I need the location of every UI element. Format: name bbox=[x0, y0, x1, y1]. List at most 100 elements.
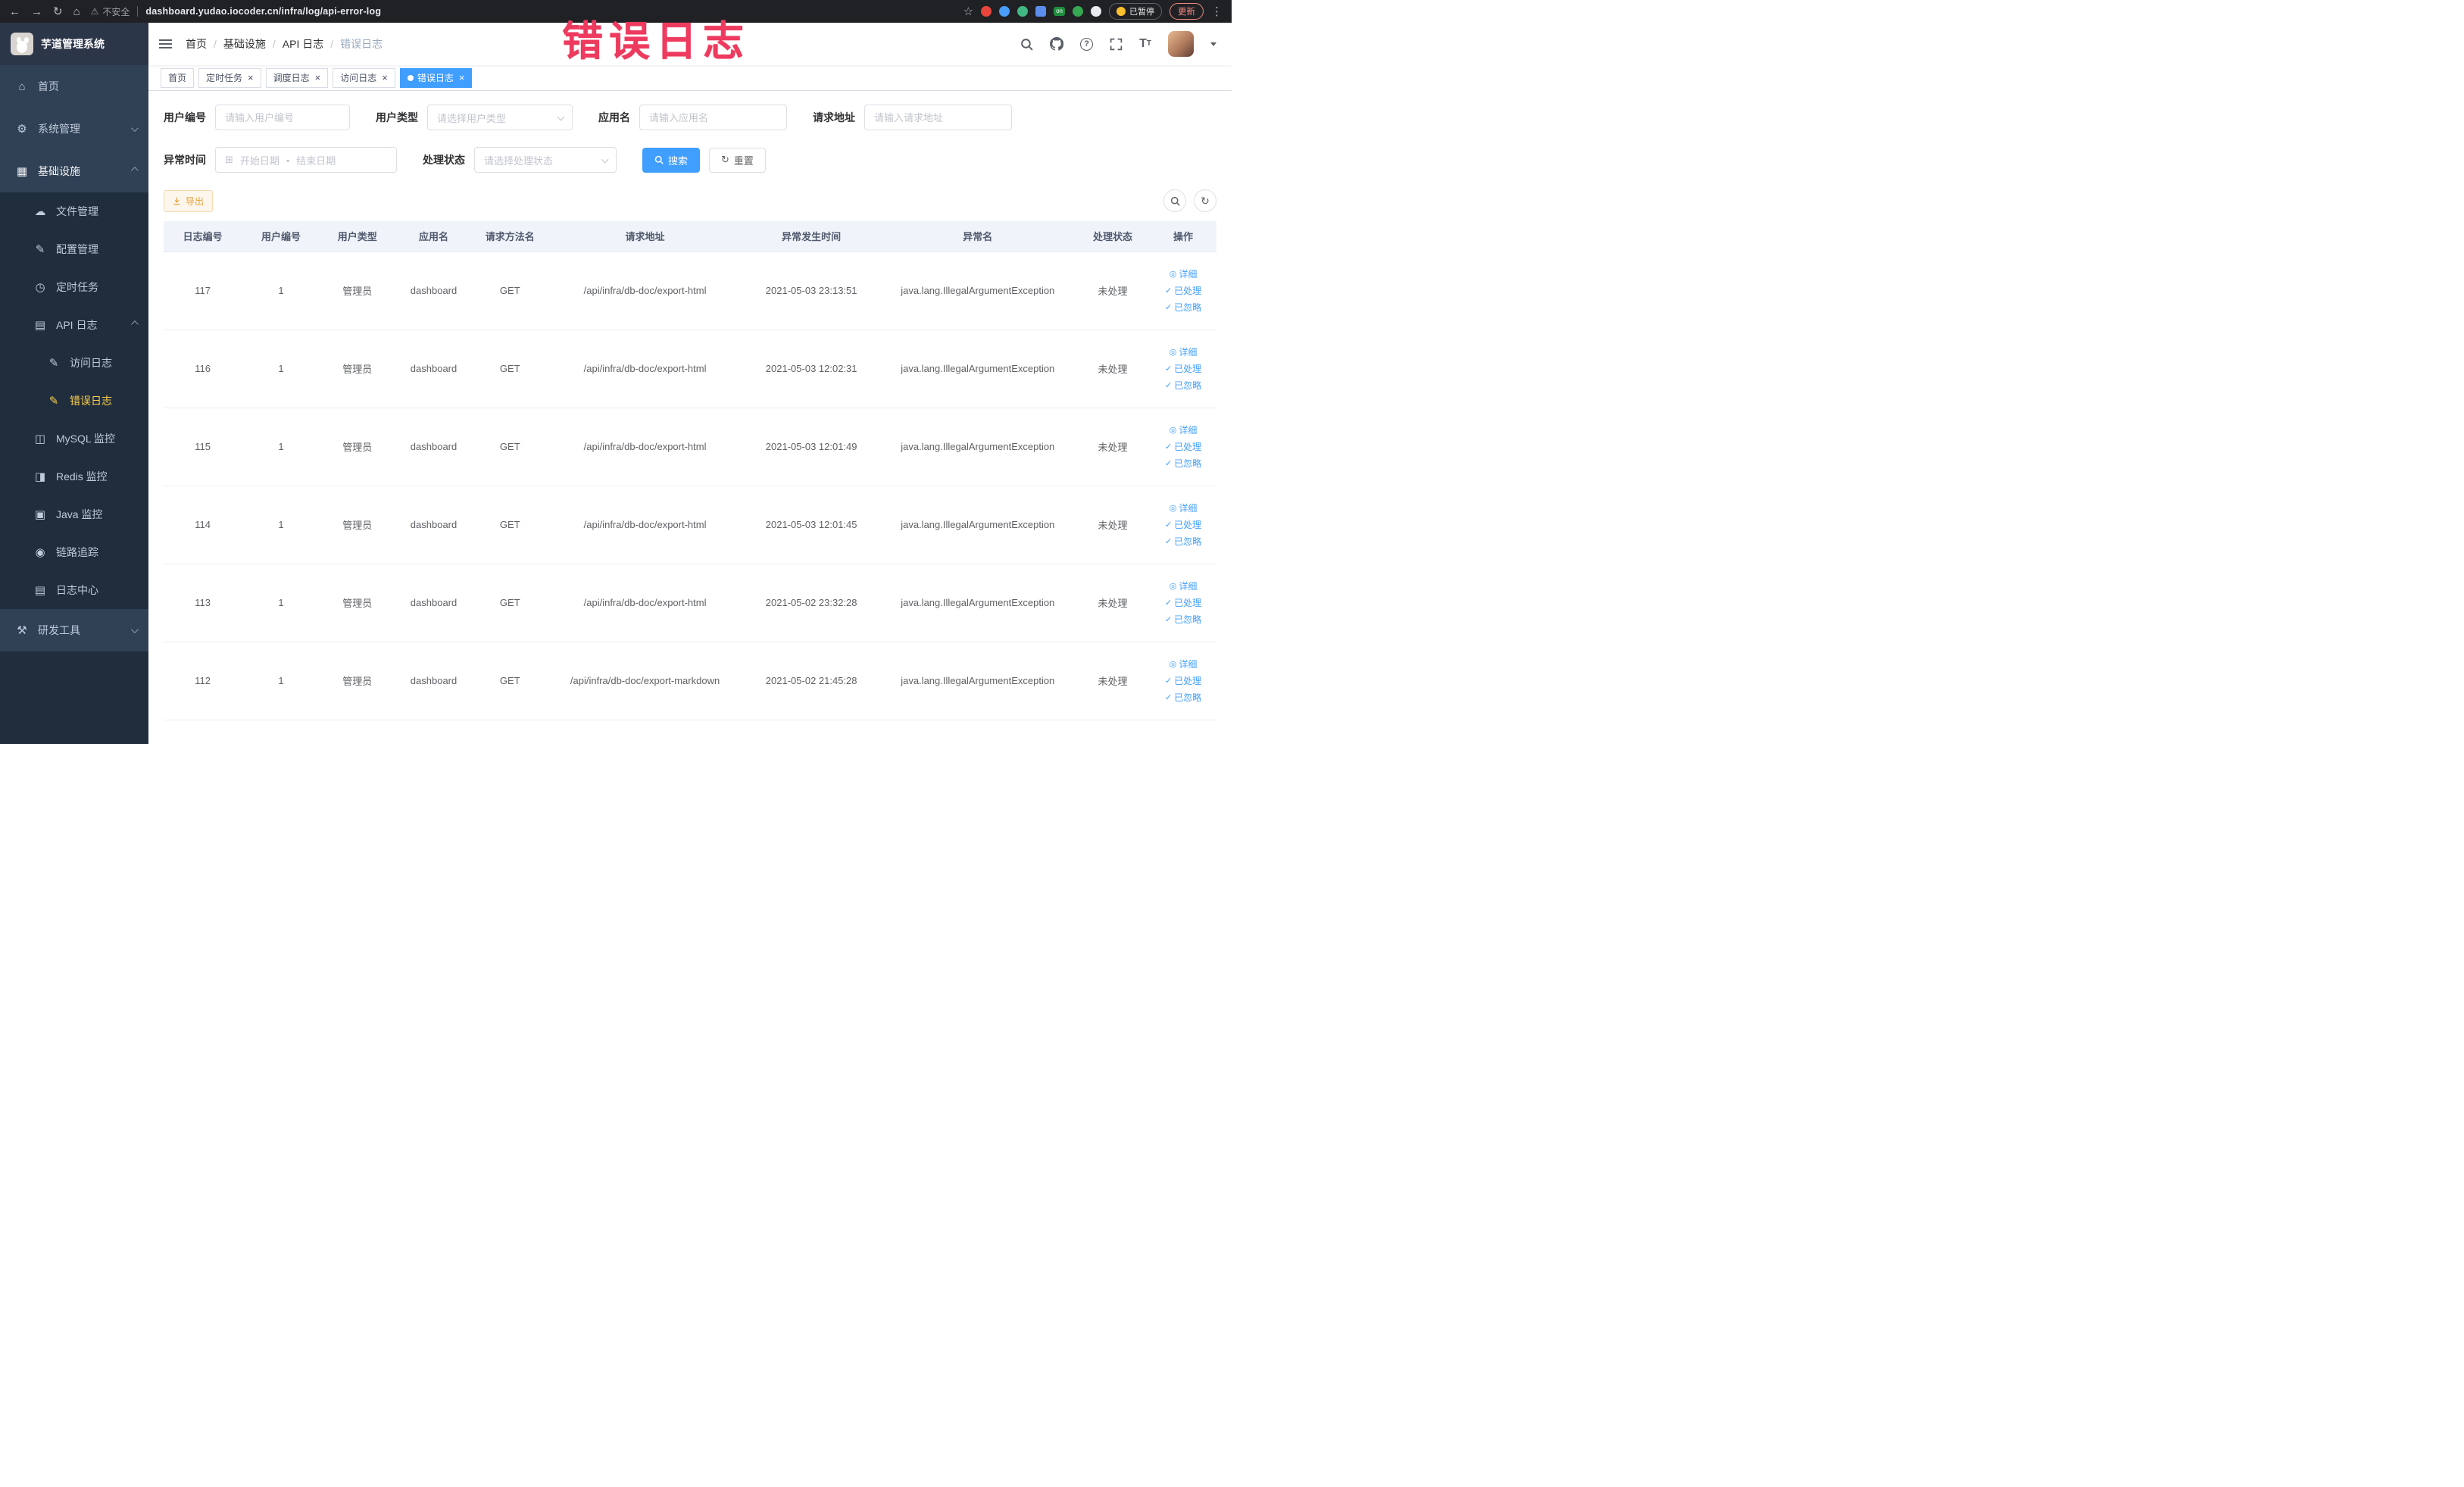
record-extension-icon[interactable] bbox=[981, 6, 992, 17]
infra-submenu: ☁ 文件管理 ✎ 配置管理 ◷ 定时任务 ▤ API 日志 ✎ 访问日志 ✎ 错… bbox=[0, 192, 148, 609]
detail-link[interactable]: ◎ 详细 bbox=[1170, 501, 1198, 514]
cell-request-url: /api/infra/db-doc/export-html bbox=[547, 251, 743, 330]
user-type-select[interactable]: 请选择用户类型 bbox=[427, 105, 573, 130]
view-icon: ◎ bbox=[1169, 426, 1177, 435]
tab-access-log[interactable]: 访问日志 × bbox=[333, 67, 395, 88]
mark-processed-link[interactable]: ✓ 已处理 bbox=[1165, 518, 1201, 531]
bookmark-star-icon[interactable]: ☆ bbox=[963, 6, 973, 17]
security-label: 不安全 bbox=[102, 6, 130, 17]
mark-ignored-link[interactable]: ✓ 已忽略 bbox=[1165, 379, 1201, 392]
vue-devtools-icon[interactable] bbox=[1017, 6, 1029, 17]
on-badge-extension-icon[interactable]: on bbox=[1054, 7, 1065, 16]
exception-time-label: 异常时间 bbox=[164, 154, 206, 166]
sidebar-item-infra[interactable]: ▦ 基础设施 bbox=[0, 150, 148, 192]
hamburger-icon[interactable] bbox=[159, 39, 172, 48]
sidebar-item-log-center[interactable]: ▤ 日志中心 bbox=[0, 571, 148, 609]
sidebar-item-java-monitor[interactable]: ▣ Java 监控 bbox=[0, 495, 148, 533]
security-chip[interactable]: ⚠ 不安全 bbox=[91, 5, 130, 18]
sidebar-item-redis-monitor[interactable]: ◨ Redis 监控 bbox=[0, 458, 148, 495]
avatar-caret-icon[interactable] bbox=[1210, 42, 1216, 46]
kebab-menu-icon[interactable]: ⋮ bbox=[1211, 6, 1223, 17]
sidebar-item-home[interactable]: ⌂ 首页 bbox=[0, 65, 148, 108]
tab-close-icon[interactable]: × bbox=[459, 73, 465, 83]
date-range-picker[interactable]: ⊞ 开始日期 - 结束日期 bbox=[215, 147, 397, 173]
back-icon[interactable]: ← bbox=[9, 6, 20, 17]
user-id-input[interactable] bbox=[215, 105, 350, 130]
tab-scheduled-job[interactable]: 定时任务 × bbox=[198, 67, 261, 88]
tab-close-icon[interactable]: × bbox=[248, 73, 254, 83]
mark-processed-link[interactable]: ✓ 已处理 bbox=[1165, 440, 1201, 453]
sidebar-item-mysql-monitor[interactable]: ◫ MySQL 监控 bbox=[0, 420, 148, 458]
reload-icon[interactable]: ↻ bbox=[53, 6, 63, 17]
tab-paused-badge[interactable]: 已暂停 bbox=[1109, 3, 1162, 20]
cell-app-name: dashboard bbox=[394, 251, 473, 330]
breadcrumb-infra[interactable]: 基础设施 bbox=[223, 36, 276, 52]
paw-extension-icon[interactable] bbox=[1091, 6, 1101, 17]
breadcrumb-api-log[interactable]: API 日志 bbox=[283, 36, 333, 52]
sidebar-item-api-log[interactable]: ▤ API 日志 bbox=[0, 306, 148, 344]
font-size-icon[interactable]: TT bbox=[1139, 38, 1151, 50]
home-icon: ⌂ bbox=[18, 80, 26, 93]
export-button[interactable]: 导出 bbox=[164, 189, 214, 212]
detail-link[interactable]: ◎ 详细 bbox=[1170, 658, 1198, 670]
gear-icon: ⚙ bbox=[17, 123, 27, 136]
detail-link[interactable]: ◎ 详细 bbox=[1170, 423, 1198, 436]
breadcrumb: 首页 基础设施 API 日志 错误日志 bbox=[186, 36, 383, 52]
cell-exception-time: 2021-05-03 12:01:49 bbox=[742, 408, 880, 486]
green-extension-icon[interactable] bbox=[1073, 6, 1083, 17]
mark-ignored-link[interactable]: ✓ 已忽略 bbox=[1165, 301, 1201, 314]
reset-button[interactable]: ↻ 重置 bbox=[709, 147, 766, 173]
search-icon bbox=[654, 155, 664, 164]
grid-extension-icon[interactable] bbox=[1035, 6, 1047, 17]
home-nav-icon[interactable]: ⌂ bbox=[73, 6, 80, 17]
sidebar-item-error-log[interactable]: ✎ 错误日志 bbox=[0, 382, 148, 420]
table-row: 114 1 管理员 dashboard GET /api/infra/db-do… bbox=[164, 486, 1216, 564]
forward-icon[interactable]: → bbox=[31, 6, 42, 17]
detail-link[interactable]: ◎ 详细 bbox=[1170, 579, 1198, 592]
sidebar-item-dev-tools[interactable]: ⚒ 研发工具 bbox=[0, 609, 148, 651]
toggle-search-button[interactable] bbox=[1163, 189, 1186, 212]
fullscreen-icon[interactable] bbox=[1110, 38, 1123, 51]
tab-home[interactable]: 首页 bbox=[161, 67, 195, 88]
sidebar-item-file-manage[interactable]: ☁ 文件管理 bbox=[0, 192, 148, 230]
address-bar[interactable]: ⚠ 不安全 dashboard.yudao.iocoder.cn/infra/l… bbox=[91, 5, 953, 18]
process-status-select[interactable]: 请选择处理状态 bbox=[474, 147, 617, 173]
mark-ignored-link[interactable]: ✓ 已忽略 bbox=[1165, 457, 1201, 470]
breadcrumb-home[interactable]: 首页 bbox=[186, 36, 217, 52]
sidebar-item-trace[interactable]: ◉ 链路追踪 bbox=[0, 533, 148, 571]
mark-ignored-link[interactable]: ✓ 已忽略 bbox=[1165, 613, 1201, 626]
search-icon[interactable] bbox=[1020, 38, 1033, 51]
sidebar-item-access-log[interactable]: ✎ 访问日志 bbox=[0, 344, 148, 382]
url-text[interactable]: dashboard.yudao.iocoder.cn/infra/log/api… bbox=[145, 6, 381, 17]
detail-link[interactable]: ◎ 详细 bbox=[1170, 345, 1198, 358]
sidebar-item-system[interactable]: ⚙ 系统管理 bbox=[0, 108, 148, 150]
tab-error-log[interactable]: 错误日志 × bbox=[399, 67, 473, 88]
refresh-table-button[interactable]: ↻ bbox=[1194, 189, 1216, 212]
mark-ignored-link[interactable]: ✓ 已忽略 bbox=[1165, 535, 1201, 548]
github-icon[interactable] bbox=[1050, 37, 1064, 51]
mark-ignored-link[interactable]: ✓ 已忽略 bbox=[1165, 691, 1201, 704]
mark-processed-link[interactable]: ✓ 已处理 bbox=[1165, 596, 1201, 609]
request-url-input[interactable] bbox=[864, 105, 1012, 130]
detail-link[interactable]: ◎ 详细 bbox=[1170, 267, 1198, 280]
cell-user-type: 管理员 bbox=[320, 408, 395, 486]
check-icon: ✓ bbox=[1164, 598, 1173, 608]
help-icon[interactable]: ? bbox=[1080, 37, 1094, 51]
sidebar-item-config-manage[interactable]: ✎ 配置管理 bbox=[0, 230, 148, 268]
table-row: 115 1 管理员 dashboard GET /api/infra/db-do… bbox=[164, 408, 1216, 486]
mark-processed-link[interactable]: ✓ 已处理 bbox=[1165, 284, 1201, 297]
mark-processed-link[interactable]: ✓ 已处理 bbox=[1165, 362, 1201, 375]
search-button[interactable]: 搜索 bbox=[642, 147, 701, 173]
mark-processed-link[interactable]: ✓ 已处理 bbox=[1165, 674, 1201, 687]
app-name-input[interactable] bbox=[639, 105, 787, 130]
refresh-icon: ↻ bbox=[721, 154, 729, 165]
tab-close-icon[interactable]: × bbox=[382, 73, 388, 83]
tab-job-log[interactable]: 调度日志 × bbox=[265, 67, 329, 88]
tab-close-icon[interactable]: × bbox=[315, 73, 321, 83]
app-logo[interactable]: 芋道管理系统 bbox=[0, 23, 148, 65]
chrome-update-button[interactable]: 更新 bbox=[1170, 3, 1204, 20]
cell-log-id: 116 bbox=[164, 330, 242, 408]
avatar[interactable] bbox=[1168, 31, 1194, 57]
drop-extension-icon[interactable] bbox=[999, 6, 1010, 17]
sidebar-item-scheduled-job[interactable]: ◷ 定时任务 bbox=[0, 268, 148, 306]
